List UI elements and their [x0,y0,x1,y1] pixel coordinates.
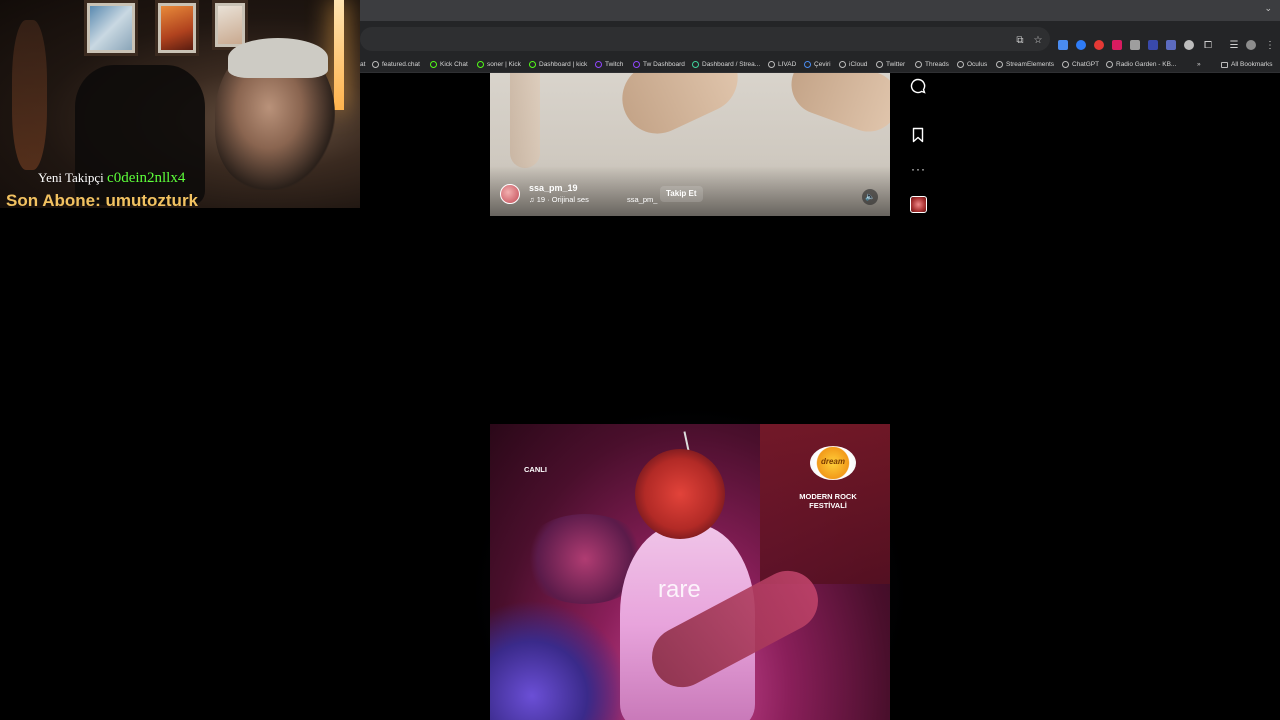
lamp-light [334,0,344,110]
reel-video-2[interactable]: CANLI dream MODERN ROCK FESTİVALİ rare [490,424,890,720]
bookmark-dashboard-kick[interactable]: Dashboard | kick [529,59,587,70]
globe-icon [996,61,1003,68]
extension-icon[interactable] [1058,40,1068,50]
install-app-icon[interactable]: ⧉ [1014,35,1026,47]
translate-icon [804,61,811,68]
webcam-overlay: Yeni Takipçi c0dein2nllx4 Son Abone: umu… [0,0,360,208]
live-label: CANLI [524,465,547,474]
kick-icon [430,61,437,68]
follow-button[interactable]: Takip Et [660,186,703,202]
bookmark-featured-chat[interactable]: featured.chat [372,59,420,70]
bookmark-radio-garden[interactable]: Radio Garden - KB... [1106,59,1176,70]
bookmark-twitter[interactable]: Twitter [876,59,905,70]
address-bar[interactable]: ⧉ ☆ [360,27,1050,51]
audio-thumbnail[interactable] [910,196,927,213]
crowd-lights [490,600,630,720]
bookmark-save-icon[interactable] [910,127,926,143]
extension-icon[interactable] [1166,40,1176,50]
speaker-icon: 🔈 [865,192,875,201]
kick-icon [529,61,536,68]
folder-icon [1221,61,1228,68]
bookmark-ceviri[interactable]: Çeviri [804,59,831,70]
video-frame-arm [610,73,750,146]
menu-kebab-icon[interactable]: ⋮ [1264,40,1276,52]
festival-logo: dream [810,446,856,480]
creator-username[interactable]: ssa_pm_19 [529,183,578,193]
video-watermark: rare [658,576,701,603]
bookmark-tw-dashboard[interactable]: Tw Dashboard [633,59,685,70]
new-follower-alert: Yeni Takipçi c0dein2nllx4 [38,170,186,186]
extension-icon[interactable] [1076,40,1086,50]
wall-frame [84,0,138,56]
apple-icon [839,61,846,68]
wall-guitar [12,20,47,170]
puzzle-extensions-icon[interactable]: ⧠ [1202,40,1214,52]
extension-icon[interactable] [1184,40,1194,50]
video-frame-arm [510,73,540,168]
profile-avatar-icon[interactable] [1246,40,1256,50]
bookmark-twitch[interactable]: Twitch [595,59,623,70]
twitch-icon [633,61,640,68]
extension-icon[interactable] [1130,40,1140,50]
bookmark-kick-chat[interactable]: Kick Chat [430,59,468,70]
festival-logo-text: dream [820,457,845,466]
reel-video-1[interactable]: ssa_pm_19 ♫ 19 · Orijinal ses ssa_pm_ Ta… [490,73,890,216]
globe-icon [957,61,964,68]
globe-icon [1062,61,1069,68]
media-controls-icon[interactable]: ☰ [1228,40,1240,52]
extension-icon[interactable] [1112,40,1122,50]
creator-avatar[interactable] [500,184,520,204]
streamelements-icon [692,61,699,68]
reel-audio-user[interactable]: ssa_pm_ [627,195,657,204]
performer-hair [635,449,725,539]
last-subscriber-alert: Son Abone: umutozturk [6,191,199,208]
bookmark-livad[interactable]: LIVAD [768,59,796,70]
mute-button[interactable]: 🔈 [862,189,878,205]
wall-frame [155,0,199,56]
streamer-cap [228,38,328,78]
reel-audio-info[interactable]: ♫ 19 · Orijinal ses [529,195,589,204]
bookmark-oculus[interactable]: Oculus [957,59,987,70]
bookmark-streamelements[interactable]: StreamElements [996,59,1054,70]
all-bookmarks-button[interactable]: All Bookmarks [1221,59,1273,70]
globe-icon [1106,61,1113,68]
bookmark-soner-kick[interactable]: soner | Kick [477,59,521,70]
twitch-icon [595,61,602,68]
music-note-icon: ♫ [529,195,537,204]
bookmark-star-icon[interactable]: ☆ [1032,35,1044,47]
globe-icon [372,61,379,68]
festival-name: MODERN ROCK FESTİVALİ [799,492,857,510]
bookmark-dashboard-streamelements[interactable]: Dashboard / Strea... [692,59,760,70]
extension-icon[interactable] [1148,40,1158,50]
kick-icon [477,61,484,68]
bookmark-chatgpt[interactable]: ChatGPT [1062,59,1099,70]
extension-icon[interactable] [1094,40,1104,50]
globe-icon [768,61,775,68]
tab-search-chevron-icon[interactable]: ⌄ [1264,3,1272,14]
video-frame-arm [783,73,890,141]
bookmark-icloud[interactable]: iCloud [839,59,867,70]
bookmark-threads[interactable]: Threads [915,59,949,70]
more-options-icon[interactable]: ··· [911,162,926,176]
bookmarks-overflow-button[interactable]: » [1197,59,1201,70]
comment-icon[interactable] [910,78,926,94]
globe-icon [915,61,922,68]
globe-icon [876,61,883,68]
bookmark-cut-fragment[interactable]: at [360,59,365,70]
